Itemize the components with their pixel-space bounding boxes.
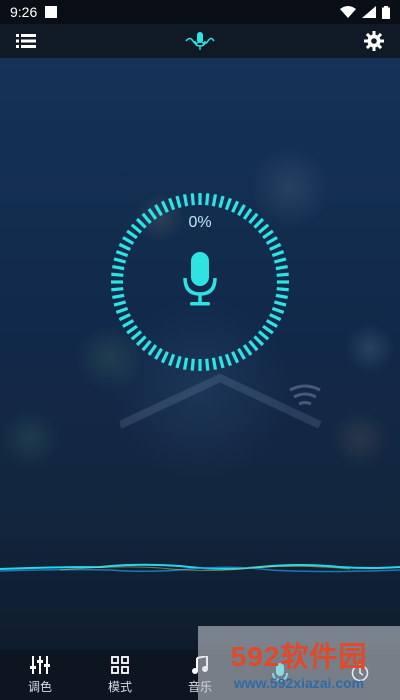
ring-tick (135, 335, 147, 347)
ring-tick (237, 347, 246, 360)
ring-tick (273, 300, 287, 307)
ring-tick (253, 335, 265, 347)
nav-item-mode[interactable]: 模式 (80, 655, 160, 695)
house-outline-graphic (120, 373, 322, 429)
ring-tick (141, 339, 152, 352)
ring-tick (265, 236, 278, 245)
ring-tick (242, 344, 253, 356)
settings-button[interactable] (360, 27, 388, 55)
battery-icon (382, 5, 390, 19)
ring-tick (160, 200, 169, 213)
ring-tick (112, 293, 125, 300)
ring-tick (130, 330, 143, 341)
signal-icon (362, 6, 376, 18)
ring-tick (211, 357, 218, 370)
status-right (340, 5, 390, 19)
watermark-main: 592软件园 (230, 641, 368, 672)
status-time: 9:26 (10, 4, 38, 20)
ring-tick (168, 353, 176, 367)
gear-icon (364, 31, 384, 51)
ring-tick (231, 351, 240, 364)
ring-tick (276, 287, 289, 292)
ring-tick (211, 194, 218, 207)
ring-tick (112, 264, 125, 271)
watermark-sub: www.592xiazai.com (233, 675, 365, 691)
watermark: 592软件园 www.592xiazai.com (198, 626, 400, 700)
ring-tick (224, 353, 232, 367)
menu-button[interactable] (12, 27, 40, 55)
ring-tick (262, 324, 274, 335)
ring-tick (231, 200, 240, 213)
status-bar: 9:26 (0, 0, 400, 24)
ring-tick (275, 293, 288, 300)
ring-tick (115, 306, 129, 314)
progress-percent: 0% (188, 214, 212, 231)
status-left: 9:26 (10, 4, 58, 20)
ring-tick (265, 319, 278, 328)
ring-tick (269, 242, 282, 251)
ring-tick (113, 257, 127, 264)
microphone-icon (183, 252, 217, 306)
sliders-icon (30, 655, 50, 674)
mic-wave-icon (185, 32, 215, 50)
app-bar (0, 24, 400, 58)
nav-label: 模式 (107, 679, 132, 694)
ring-tick (218, 355, 225, 369)
ring-tick (118, 242, 131, 251)
ring-tick (190, 358, 195, 371)
ring-tick (126, 324, 138, 335)
ring-tick (205, 358, 210, 371)
ring-tick (218, 195, 225, 209)
ring-tick (154, 347, 163, 360)
ring-tick (190, 193, 195, 206)
ring-tick (182, 194, 189, 207)
ring-tick (111, 272, 124, 277)
ring-tick (182, 357, 189, 370)
ring-tick (168, 197, 176, 211)
nav-label: 调色 (27, 679, 52, 694)
sound-wave-graphic (0, 563, 400, 573)
ring-tick (147, 344, 158, 356)
ring-tick (257, 330, 270, 341)
ring-tick (224, 197, 232, 211)
ring-tick (175, 195, 182, 209)
ring-tick (275, 264, 288, 271)
wifi-icon (340, 6, 356, 18)
ring-tick (122, 236, 135, 245)
ring-tick (111, 287, 124, 292)
notification-icon (45, 6, 58, 18)
ring-tick (248, 339, 259, 352)
ring-tick (115, 250, 129, 258)
ring-tick (271, 250, 285, 258)
grid-icon (111, 655, 129, 674)
ring-tick (276, 272, 289, 277)
ring-tick (113, 300, 127, 307)
ring-tick (175, 355, 182, 369)
nav-item-color[interactable]: 调色 (0, 655, 80, 695)
ring-tick (118, 313, 131, 322)
voice-mode-indicator (183, 27, 217, 55)
ring-tick (273, 257, 287, 264)
list-icon (16, 34, 36, 48)
ring-tick (122, 319, 135, 328)
ring-tick (205, 193, 210, 206)
ring-tick (269, 313, 282, 322)
ring-tick (160, 351, 169, 364)
ring-tick (271, 306, 285, 314)
